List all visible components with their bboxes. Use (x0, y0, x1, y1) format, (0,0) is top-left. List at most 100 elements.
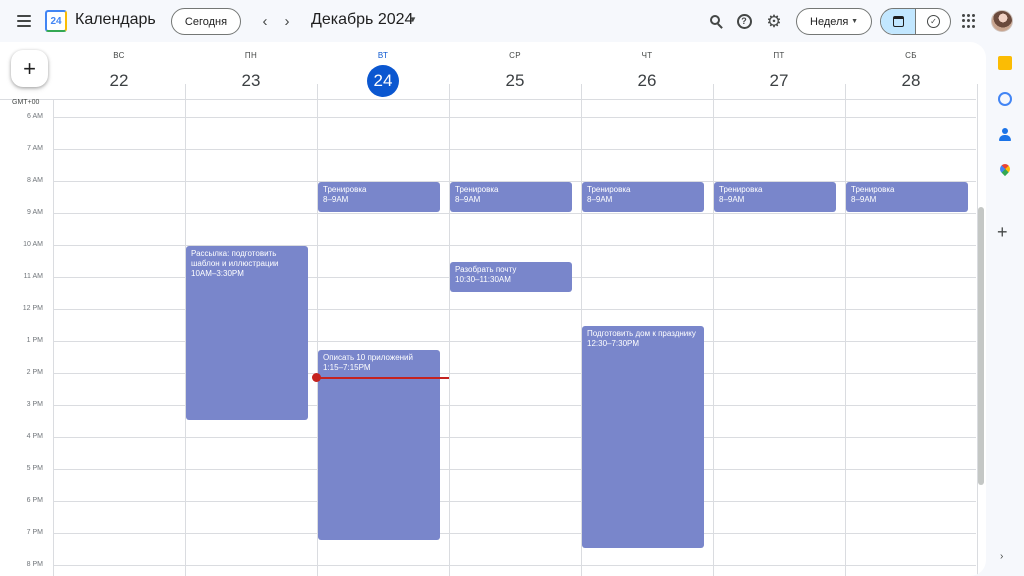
calendar-view-toggle[interactable] (881, 9, 916, 34)
day-of-week: ВС (113, 51, 125, 60)
day-header: ВТ 24 (317, 42, 449, 100)
calendar-main: + ВС 22 ПН 23 ВТ 24 СР 25 ЧТ 26 ПТ 27 СБ 28 GMT+00 6 … (0, 42, 986, 576)
event-title: Тренировка (851, 185, 895, 194)
hour-label: 4 PM (26, 433, 43, 440)
hour-gridline (53, 213, 976, 214)
day-number[interactable]: 22 (103, 65, 135, 97)
event-title: Рассылка: подготовить шаблон и иллюстрац… (191, 249, 279, 268)
event-title: Подготовить дом к празднику (587, 329, 696, 338)
calendar-event[interactable]: Подготовить дом к празднику 12:30–7:30PM (582, 326, 704, 548)
avatar[interactable] (991, 10, 1013, 32)
calendar-event[interactable]: Тренировка 8–9AM (450, 182, 572, 212)
gear-icon[interactable]: ⚙ (763, 10, 785, 32)
day-of-week: ВТ (377, 51, 389, 60)
search-icon[interactable] (705, 10, 727, 32)
header-divider (0, 99, 976, 100)
hour-label: 1 PM (26, 337, 43, 344)
calendar-event[interactable]: Разобрать почту 10:30–11:30AM (450, 262, 572, 292)
calendar-event[interactable]: Тренировка 8–9AM (318, 182, 440, 212)
help-icon[interactable]: ? (733, 10, 755, 32)
day-column-divider (845, 84, 846, 576)
chevron-down-icon: ▼ (851, 18, 858, 25)
day-of-week: ПТ (773, 51, 785, 60)
day-of-week: ЧТ (641, 51, 653, 60)
day-header: СР 25 (449, 42, 581, 100)
day-column-divider (449, 84, 450, 576)
event-time: 12:30–7:30PM (587, 339, 640, 348)
hour-label: 10 AM (23, 241, 43, 248)
hour-gridline (53, 501, 976, 502)
event-time: 8–9AM (851, 195, 877, 204)
event-title: Описать 10 приложений (323, 353, 413, 362)
top-bar: 24 Календарь Сегодня ‹ › Декабрь 2024 ▼ … (0, 0, 1024, 42)
day-number[interactable]: 26 (631, 65, 663, 97)
calendar-event[interactable]: Описать 10 приложений 1:15–7:15PM (318, 350, 440, 540)
hour-label: 8 PM (26, 561, 43, 568)
hour-label: 7 AM (27, 145, 43, 152)
day-number[interactable]: 25 (499, 65, 531, 97)
hour-label: 7 PM (26, 529, 43, 536)
hour-gridline (53, 149, 976, 150)
event-title: Тренировка (719, 185, 763, 194)
side-panel: + › (986, 42, 1024, 576)
hour-gridline (53, 469, 976, 470)
day-header: ПН 23 (185, 42, 317, 100)
contacts-icon[interactable] (998, 128, 1012, 142)
event-time: 1:15–7:15PM (323, 363, 371, 372)
calendar-event[interactable]: Тренировка 8–9AM (846, 182, 968, 212)
hour-label: 9 AM (27, 209, 43, 216)
hour-label: 6 PM (26, 497, 43, 504)
event-time: 10:30–11:30AM (455, 275, 511, 284)
calendar-logo: 24 (45, 10, 67, 32)
calendar-icon (892, 16, 904, 27)
day-column-divider (53, 100, 54, 576)
day-number[interactable]: 28 (895, 65, 927, 97)
hour-label: 6 AM (27, 113, 43, 120)
hour-label: 8 AM (27, 177, 43, 184)
event-time: 8–9AM (719, 195, 745, 204)
hour-label: 11 AM (23, 273, 43, 280)
scrollbar[interactable] (978, 207, 984, 485)
today-button[interactable]: Сегодня (171, 8, 241, 35)
add-addon-button[interactable]: + (997, 223, 1008, 241)
event-time: 8–9AM (323, 195, 349, 204)
calendar-event[interactable]: Тренировка 8–9AM (582, 182, 704, 212)
period-title[interactable]: Декабрь 2024 (311, 11, 413, 29)
hour-label: 5 PM (26, 465, 43, 472)
day-header: СБ 28 (845, 42, 977, 100)
menu-icon[interactable] (12, 10, 36, 32)
apps-grid-icon[interactable] (962, 14, 976, 28)
hour-label: 2 PM (26, 369, 43, 376)
current-time-dot (312, 373, 321, 382)
view-select[interactable]: Неделя ▼ (796, 8, 872, 35)
day-header: ПТ 27 (713, 42, 845, 100)
tasks-view-toggle[interactable]: ✓ (916, 9, 950, 34)
calendar-event[interactable]: Тренировка 8–9AM (714, 182, 836, 212)
hour-gridline (53, 565, 976, 566)
maps-icon[interactable] (997, 161, 1013, 178)
timezone-label: GMT+00 (12, 99, 40, 106)
period-dropdown-icon[interactable]: ▼ (409, 15, 417, 24)
day-of-week: СБ (905, 51, 917, 60)
create-button[interactable]: + (11, 50, 48, 87)
prev-week-button[interactable]: ‹ (257, 12, 273, 30)
event-title: Тренировка (455, 185, 499, 194)
day-column-divider (713, 84, 714, 576)
day-of-week: СР (509, 51, 521, 60)
day-number[interactable]: 24 (367, 65, 399, 97)
expand-side-panel-button[interactable]: › (1000, 551, 1003, 562)
hour-gridline (53, 117, 976, 118)
next-week-button[interactable]: › (279, 12, 295, 30)
hour-gridline (53, 533, 976, 534)
event-title: Разобрать почту (455, 265, 517, 274)
calendar-event[interactable]: Рассылка: подготовить шаблон и иллюстрац… (186, 246, 308, 420)
day-number[interactable]: 27 (763, 65, 795, 97)
view-toggle: ✓ (880, 8, 951, 35)
day-header: ЧТ 26 (581, 42, 713, 100)
day-number[interactable]: 23 (235, 65, 267, 97)
check-circle-icon: ✓ (927, 15, 940, 28)
event-title: Тренировка (587, 185, 631, 194)
tasks-icon[interactable] (998, 92, 1012, 106)
hour-label: 12 PM (22, 305, 43, 312)
keep-icon[interactable] (998, 56, 1012, 70)
